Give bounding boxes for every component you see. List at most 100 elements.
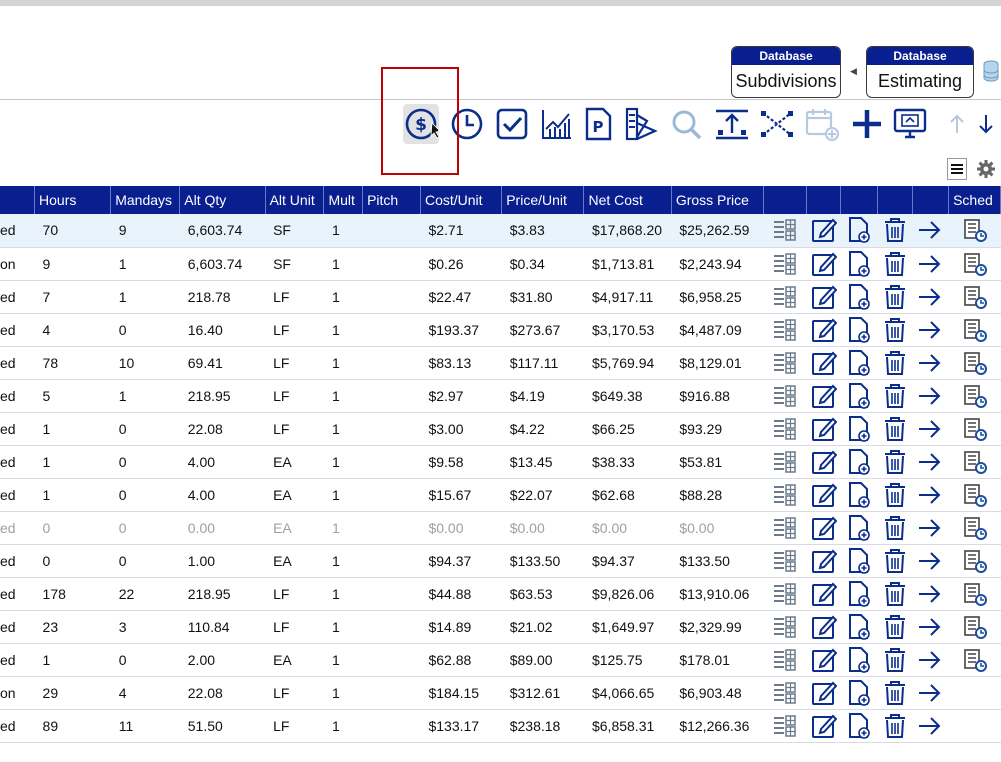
- column-header[interactable]: Gross Price: [671, 186, 765, 214]
- trash-icon[interactable]: [882, 218, 908, 243]
- schedule-icon[interactable]: [962, 483, 988, 507]
- add-document-icon[interactable]: [846, 349, 872, 376]
- edit-icon[interactable]: [811, 384, 838, 408]
- column-header[interactable]: Alt Qty: [179, 186, 266, 214]
- edit-icon[interactable]: [811, 252, 838, 276]
- table-row[interactable]: ed 0 0 0.00 EA 1 $0.00 $0.00 $0.00 $0.00: [0, 511, 1001, 545]
- schedule-icon[interactable]: [962, 219, 988, 243]
- edit-icon[interactable]: [811, 681, 838, 705]
- trash-icon[interactable]: [882, 317, 908, 342]
- grid-list-icon[interactable]: [772, 384, 798, 407]
- schedule-icon[interactable]: [962, 516, 988, 540]
- arrow-right-icon[interactable]: [917, 353, 943, 372]
- trash-icon[interactable]: [882, 383, 908, 408]
- swatch-icon[interactable]: [624, 104, 660, 144]
- database-icon[interactable]: [983, 60, 999, 82]
- schedule-icon[interactable]: [962, 384, 988, 408]
- trash-icon[interactable]: [882, 647, 908, 672]
- trash-icon[interactable]: [882, 251, 908, 276]
- parking-doc-icon[interactable]: P: [580, 104, 616, 144]
- trash-icon[interactable]: [882, 713, 908, 738]
- grid-list-icon[interactable]: [772, 483, 798, 506]
- edit-icon[interactable]: [811, 450, 838, 474]
- arrow-right-icon[interactable]: [917, 386, 943, 405]
- table-row[interactable]: ed 78 10 69.41 LF 1 $83.13 $117.11 $5,769.94 $8,1…: [0, 346, 1001, 380]
- edit-icon[interactable]: [811, 318, 838, 342]
- table-row[interactable]: ed 1 0 4.00 EA 1 $9.58 $13.45 $38.33 $53.81: [0, 445, 1001, 479]
- table-row[interactable]: on 9 1 6,603.74 SF 1 $0.26 $0.34 $1,713.81 $2,243…: [0, 247, 1001, 281]
- line-chart-icon[interactable]: [539, 104, 575, 144]
- trash-icon[interactable]: [882, 680, 908, 705]
- add-document-icon[interactable]: [846, 547, 872, 574]
- schedule-icon[interactable]: [962, 351, 988, 375]
- edit-icon[interactable]: [811, 615, 838, 639]
- schedule-icon[interactable]: [962, 417, 988, 441]
- add-document-icon[interactable]: [846, 646, 872, 673]
- arrow-right-icon[interactable]: [917, 584, 943, 603]
- table-row[interactable]: ed 70 9 6,603.74 SF 1 $2.71 $3.83 $17,868.20 $25,…: [0, 214, 1001, 248]
- add-document-icon[interactable]: [846, 283, 872, 310]
- table-row[interactable]: ed 1 0 4.00 EA 1 $15.67 $22.07 $62.68 $88.28: [0, 478, 1001, 512]
- grid-list-icon[interactable]: [772, 681, 798, 704]
- edit-icon[interactable]: [811, 582, 838, 606]
- column-header[interactable]: Cost/Unit: [420, 186, 503, 214]
- add-document-icon[interactable]: [846, 580, 872, 607]
- distribute-icon[interactable]: [714, 104, 750, 144]
- shuffle-icon[interactable]: [759, 104, 795, 144]
- gear-icon[interactable]: [975, 158, 997, 180]
- edit-icon[interactable]: [811, 218, 838, 243]
- grid-list-icon[interactable]: [772, 516, 798, 539]
- add-document-icon[interactable]: [846, 481, 872, 508]
- column-header[interactable]: Alt Unit: [265, 186, 325, 214]
- grid-list-icon[interactable]: [772, 648, 798, 671]
- add-document-icon[interactable]: [846, 217, 872, 244]
- edit-icon[interactable]: [811, 483, 838, 507]
- column-header[interactable]: Sched: [948, 186, 1001, 214]
- column-header[interactable]: Mult: [323, 186, 364, 214]
- add-document-icon[interactable]: [846, 382, 872, 409]
- calendar-add-icon[interactable]: [804, 104, 840, 144]
- table-row[interactable]: ed 5 1 218.95 LF 1 $2.97 $4.19 $649.38 $916.88: [0, 379, 1001, 413]
- table-row[interactable]: ed 4 0 16.40 LF 1 $193.37 $273.67 $3,170.53 $4,48…: [0, 313, 1001, 347]
- edit-icon[interactable]: [811, 285, 838, 309]
- trash-icon[interactable]: [882, 515, 908, 540]
- trash-icon[interactable]: [882, 416, 908, 441]
- edit-icon[interactable]: [811, 714, 838, 738]
- schedule-icon[interactable]: [962, 285, 988, 309]
- table-row[interactable]: ed 1 0 22.08 LF 1 $3.00 $4.22 $66.25 $93.29: [0, 412, 1001, 446]
- table-row[interactable]: ed 0 0 1.00 EA 1 $94.37 $133.50 $94.37 $133.50: [0, 544, 1001, 578]
- grid-list-icon[interactable]: [772, 714, 798, 737]
- trash-icon[interactable]: [882, 581, 908, 606]
- schedule-icon[interactable]: [962, 252, 988, 276]
- trash-icon[interactable]: [882, 284, 908, 309]
- database-estimating-button[interactable]: Database Estimating: [866, 46, 974, 98]
- table-row[interactable]: ed 7 1 218.78 LF 1 $22.47 $31.80 $4,917.11 $6,958…: [0, 280, 1001, 314]
- add-document-icon[interactable]: [846, 613, 872, 640]
- add-icon[interactable]: [849, 104, 885, 144]
- schedule-icon[interactable]: [962, 450, 988, 474]
- arrow-right-icon[interactable]: [917, 221, 943, 239]
- column-header[interactable]: Mandays: [110, 186, 181, 214]
- arrow-right-icon[interactable]: [917, 485, 943, 504]
- grid-list-icon[interactable]: [772, 318, 798, 341]
- edit-icon[interactable]: [811, 648, 838, 672]
- database-subdivisions-button[interactable]: Database Subdivisions: [731, 46, 841, 98]
- edit-icon[interactable]: [811, 516, 838, 540]
- refresh-search-icon[interactable]: [668, 104, 704, 144]
- grid-list-icon[interactable]: [772, 450, 798, 473]
- grid-list-icon[interactable]: [772, 582, 798, 605]
- column-header[interactable]: [840, 186, 878, 214]
- grid-list-icon[interactable]: [772, 219, 798, 241]
- add-document-icon[interactable]: [846, 679, 872, 706]
- schedule-icon[interactable]: [962, 648, 988, 672]
- arrow-right-icon[interactable]: [917, 683, 943, 702]
- grid-list-icon[interactable]: [772, 351, 798, 374]
- column-header[interactable]: [763, 186, 807, 214]
- schedule-icon[interactable]: [962, 318, 988, 342]
- grid-list-icon[interactable]: [772, 285, 798, 308]
- schedule-icon[interactable]: [962, 582, 988, 606]
- column-header[interactable]: [806, 186, 842, 214]
- add-document-icon[interactable]: [846, 316, 872, 343]
- add-document-icon[interactable]: [846, 514, 872, 541]
- arrow-up-icon[interactable]: [939, 104, 975, 144]
